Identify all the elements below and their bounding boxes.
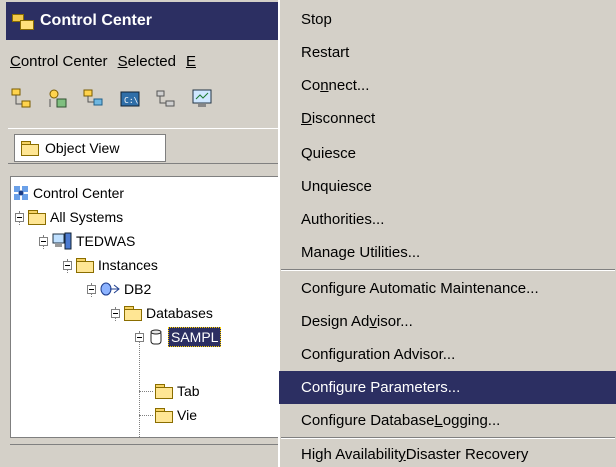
folder-icon: [76, 258, 94, 273]
menu-item-connect[interactable]: Co n nect...: [279, 69, 616, 102]
menu-item-label-suffix: Disaster Recovery: [405, 446, 529, 463]
database-icon: [148, 328, 164, 346]
menu-item-mnemonic: v: [369, 313, 377, 330]
menu-item-label: Manage Utilities...: [301, 244, 421, 261]
computer-icon: [52, 232, 72, 250]
menu-item-restart[interactable]: Restart: [279, 36, 616, 69]
tree-label: DB2: [124, 281, 152, 297]
object-view-button[interactable]: Object View: [14, 134, 166, 162]
tree-item-db2[interactable]: DB2: [87, 277, 151, 301]
menu-item-label: Configuration Advisor...: [301, 346, 456, 363]
menu-separator: [281, 269, 615, 271]
menu-item-mnemonic: n: [320, 77, 329, 94]
tree-label-selected: SAMPL: [168, 327, 222, 347]
view-bar: Object View: [8, 128, 290, 164]
collapse-icon[interactable]: [135, 332, 144, 342]
folder-icon: [124, 306, 142, 321]
context-menu: Stop Restart Co n nect... Disconnect Quies…: [278, 0, 616, 467]
collapse-icon[interactable]: [87, 284, 96, 294]
menu-item-label-suffix: isor...: [376, 313, 413, 330]
object-view-label: Object View: [45, 140, 120, 156]
window-titlebar[interactable]: Control Center: [6, 2, 290, 40]
menu-item-authorities[interactable]: Authorities...: [279, 203, 616, 236]
menu-selected[interactable]: Selected: [118, 53, 176, 70]
menu-item-mnemonic: g: [336, 379, 345, 396]
task-icon[interactable]: [154, 87, 178, 111]
menu-item-label-prefix: Configure Database: [301, 412, 435, 429]
collapse-icon[interactable]: [63, 260, 72, 270]
menu-item-label: Authorities...: [301, 211, 385, 228]
menu-control-center-rest: ontrol Center: [20, 52, 108, 70]
monitor-icon[interactable]: [190, 87, 214, 111]
menu-item-label: Stop: [301, 11, 332, 28]
menu-item-stop[interactable]: Stop: [279, 3, 616, 36]
collapse-icon[interactable]: [111, 308, 120, 318]
menu-item-label: Unquiesce: [301, 178, 372, 195]
tree-item-tables[interactable]: Tab: [155, 379, 200, 403]
menu-item-mnemonic: L: [434, 412, 443, 429]
status-bar: [10, 444, 290, 464]
tree-label: Control Center: [33, 185, 125, 201]
tree-item-views[interactable]: Vie: [155, 403, 197, 427]
menu-item-configure-automatic-maintenance[interactable]: Configure Automatic Maintenance...: [279, 272, 616, 305]
menu-item-design-advisor[interactable]: Design Ad v isor...: [279, 305, 616, 338]
object-tree[interactable]: Control Center All Systems TEDWAS Instan…: [10, 176, 290, 438]
menu-item-high-availability-disaster-recovery[interactable]: High Availabilit y Disaster Recovery: [279, 438, 616, 467]
menu-item-label-suffix: nect...: [328, 77, 370, 94]
menu-item-manage-utilities[interactable]: Manage Utilities...: [279, 236, 616, 269]
menu-item-label-prefix: Co: [301, 77, 321, 94]
menu-selected-rest: elected: [127, 52, 176, 70]
toolbar: C:\: [10, 84, 290, 114]
menu-item-label-suffix: ure Parameters...: [344, 379, 461, 396]
menu-item-label-suffix: isconnect: [311, 110, 376, 127]
menu-control-center[interactable]: Control Center: [10, 53, 108, 70]
menu-item-mnemonic: y: [398, 446, 406, 463]
tree-item-databases[interactable]: Databases: [111, 301, 213, 325]
tree-label: Instances: [98, 257, 158, 273]
menu-item-configure-parameters[interactable]: Confi g ure Parameters...: [279, 371, 616, 404]
control-center-window: Control Center Control Center Selected E…: [0, 0, 290, 467]
menu-item-label: Restart: [301, 44, 350, 61]
tree-view-icon[interactable]: [82, 87, 106, 111]
folder-icon: [21, 141, 39, 156]
instance-icon: [100, 280, 120, 298]
menu-item-disconnect[interactable]: Disconnect: [279, 102, 616, 135]
tree-item-sample[interactable]: SAMPL: [135, 325, 222, 349]
system-tree-icon[interactable]: [10, 87, 34, 111]
command-icon[interactable]: C:\: [118, 87, 142, 111]
folder-icon: [155, 384, 173, 399]
tree-item-tedwas[interactable]: TEDWAS: [39, 229, 135, 253]
window-title: Control Center: [40, 12, 152, 29]
menu-item-label-prefix: Confi: [301, 379, 337, 396]
tree-label: Tab: [177, 383, 200, 399]
control-center-app-icon: [12, 10, 34, 32]
menu-item-unquiesce[interactable]: Unquiesce: [279, 170, 616, 203]
tree-item-all-systems[interactable]: All Systems: [15, 205, 123, 229]
folder-icon: [155, 408, 173, 423]
menu-bar: Control Center Selected E: [10, 48, 290, 74]
menu-item-label-suffix: ogging...: [442, 412, 501, 429]
control-center-icon: [13, 185, 29, 201]
menu-item-label-prefix: High Availabilit: [301, 446, 399, 463]
collapse-icon[interactable]: [39, 236, 48, 246]
tree-label: TEDWAS: [76, 233, 136, 249]
collapse-icon[interactable]: [15, 212, 24, 222]
tree-item-instances[interactable]: Instances: [63, 253, 158, 277]
menu-item-configure-database-logging[interactable]: Configure Database Logging...: [279, 404, 616, 437]
add-system-icon[interactable]: [46, 87, 70, 111]
menu-item-label: Configure Automatic Maintenance...: [301, 280, 539, 297]
menu-item-label-prefix: Design Ad: [301, 313, 370, 330]
tree-label: Vie: [177, 407, 197, 423]
tree-label: Databases: [146, 305, 213, 321]
menu-item-quiesce[interactable]: Quiesce: [279, 137, 616, 170]
svg-text:C:\: C:\: [124, 96, 139, 105]
folder-icon: [28, 210, 46, 225]
tree-label: All Systems: [50, 209, 124, 225]
menu-item-mnemonic: D: [301, 110, 312, 127]
menu-item-label: Quiesce: [301, 145, 357, 162]
menu-item-configuration-advisor[interactable]: Configuration Advisor...: [279, 338, 616, 371]
menu-edit[interactable]: E: [186, 53, 196, 70]
tree-item-control-center[interactable]: Control Center: [13, 181, 124, 205]
